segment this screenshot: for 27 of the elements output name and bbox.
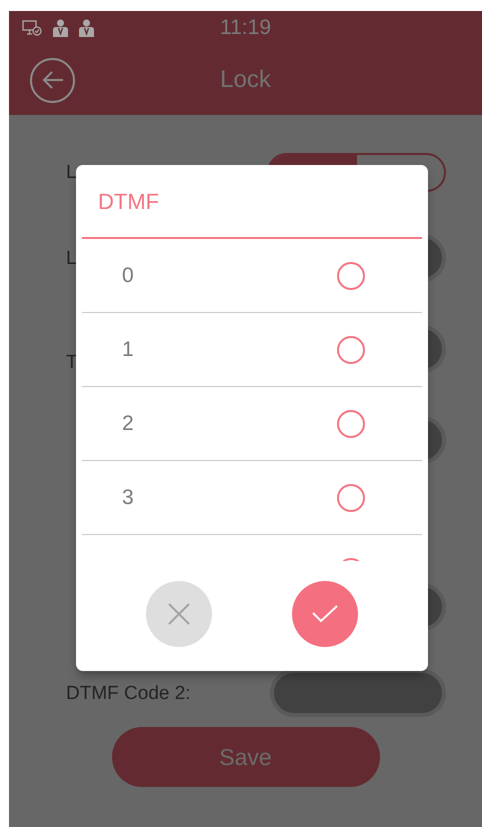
field-label: DTMF Code 2: bbox=[66, 682, 191, 706]
back-arrow-icon bbox=[40, 70, 64, 90]
option-label: 3 bbox=[122, 484, 134, 511]
option-label: 0 bbox=[122, 262, 134, 289]
option-row[interactable]: 1 bbox=[82, 313, 422, 387]
person-icon bbox=[78, 19, 95, 37]
check-icon bbox=[312, 605, 338, 623]
dialog-title: DTMF bbox=[98, 188, 160, 216]
page-title: Lock bbox=[220, 65, 271, 95]
option-label: 2 bbox=[122, 410, 134, 437]
option-label: 1 bbox=[122, 336, 134, 363]
option-row[interactable]: 2 bbox=[82, 387, 422, 461]
monitor-check-icon bbox=[22, 20, 42, 36]
radio-button[interactable] bbox=[337, 484, 365, 512]
field-label: L bbox=[66, 160, 77, 184]
radio-button[interactable] bbox=[337, 410, 365, 438]
radio-button[interactable] bbox=[337, 262, 365, 290]
close-icon bbox=[168, 603, 190, 625]
radio-button[interactable] bbox=[337, 336, 365, 364]
back-button[interactable] bbox=[30, 58, 75, 102]
option-row[interactable]: 0 bbox=[82, 239, 422, 313]
person-icon bbox=[52, 19, 69, 37]
input-field[interactable] bbox=[270, 669, 446, 717]
field-label: L bbox=[66, 246, 77, 270]
option-row[interactable]: 3 bbox=[82, 461, 422, 535]
field-label: T bbox=[66, 350, 78, 374]
clock-time: 11:19 bbox=[220, 15, 271, 42]
